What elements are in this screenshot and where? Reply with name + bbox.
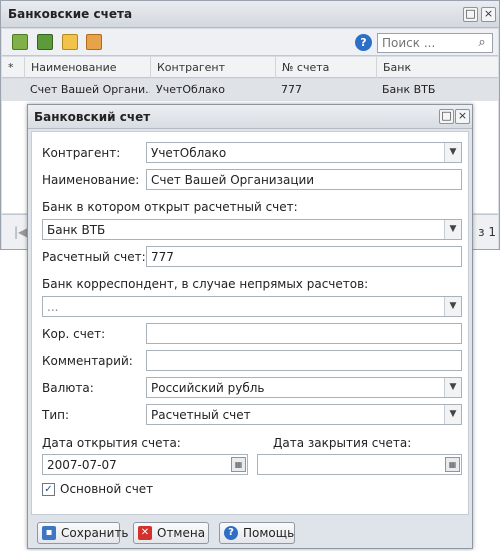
cancel-label: Отмена (157, 526, 206, 540)
corr-account-field[interactable] (146, 323, 462, 344)
dialog-form: Контрагент: ▼ Наименование: Банк в котор… (31, 131, 469, 515)
label-comment: Комментарий: (42, 354, 133, 368)
search-icon[interactable]: ⌕ (474, 35, 490, 51)
bank-account-dialog: Банковский счет □ × Контрагент: ▼ Наимен… (27, 104, 473, 549)
maximize-icon[interactable]: □ (463, 7, 478, 22)
label-currency: Валюта: (42, 381, 94, 395)
cell-account: 777 (281, 83, 302, 96)
name-field[interactable] (146, 169, 462, 190)
corr-bank-select[interactable]: ▼ (42, 296, 462, 317)
help-label: Помощь (243, 526, 295, 540)
close-icon[interactable]: × (481, 7, 496, 22)
search-input[interactable] (378, 34, 474, 52)
window-title: Банковские счета (8, 7, 133, 21)
label-close-date: Дата закрытия счета: (273, 436, 412, 450)
col-bank[interactable]: Банк (376, 57, 498, 78)
corr-bank-value[interactable] (43, 297, 461, 316)
comment-field[interactable] (146, 350, 462, 371)
currency-select[interactable]: ▼ (146, 377, 462, 398)
label-corr-account: Кор. счет: (42, 327, 106, 341)
label-type: Тип: (42, 408, 70, 422)
dialog-title: Банковский счет (34, 110, 151, 124)
help-button[interactable]: ? Помощь (219, 522, 295, 544)
currency-value[interactable] (147, 378, 461, 397)
edit-icon[interactable] (37, 34, 53, 50)
copy-icon[interactable] (62, 34, 78, 50)
bank-value[interactable] (43, 220, 461, 239)
open-date-input[interactable] (43, 455, 247, 474)
cell-bank: Банк ВТБ (382, 83, 436, 96)
main-account-checkbox[interactable]: ✓ (42, 483, 55, 496)
dialog-close-icon[interactable]: × (455, 109, 470, 124)
cancel-icon: ✕ (138, 526, 152, 540)
col-account[interactable]: № счета (275, 57, 376, 78)
type-select[interactable]: ▼ (146, 404, 462, 425)
add-icon[interactable] (12, 34, 28, 50)
account-field[interactable] (146, 246, 462, 267)
dialog-footer: ▪ Сохранить ✕ Отмена ? Помощь (28, 517, 472, 548)
bank-select[interactable]: ▼ (42, 219, 462, 240)
corr-account-input[interactable] (147, 324, 461, 343)
counterparty-value[interactable] (147, 143, 461, 162)
label-counterparty: Контрагент: (42, 146, 121, 160)
label-open-date: Дата открытия счета: (42, 436, 181, 450)
calendar-icon[interactable]: ▦ (231, 457, 246, 472)
col-counterparty[interactable]: Контрагент (150, 57, 275, 78)
label-account: Расчетный счет: (42, 250, 146, 264)
help-icon[interactable]: ? (355, 34, 372, 51)
label-corr-bank: Банк корреспондент, в случае непрямых ра… (42, 277, 369, 291)
cell-name: Счет Вашей Органи... (30, 83, 150, 96)
cell-counterparty: УчетОблако (156, 83, 225, 96)
label-name: Наименование: (42, 173, 140, 187)
open-date-field[interactable]: ▦ (42, 454, 248, 475)
type-value[interactable] (147, 405, 461, 424)
table-header: * Наименование Контрагент № счета Банк (2, 57, 498, 78)
col-marker[interactable]: * (2, 57, 24, 78)
save-icon: ▪ (42, 526, 56, 540)
close-date-field[interactable]: ▦ (257, 454, 462, 475)
chevron-down-icon[interactable]: ▼ (444, 297, 461, 316)
toolbar: ? ⌕ (2, 29, 498, 56)
label-main-account: Основной счет (60, 482, 154, 496)
name-input[interactable] (147, 170, 461, 189)
table-row[interactable]: Счет Вашей Органи... УчетОблако 777 Банк… (2, 79, 498, 101)
help-icon: ? (224, 526, 238, 540)
dialog-maximize-icon[interactable]: □ (439, 109, 454, 124)
save-label: Сохранить (61, 526, 129, 540)
comment-input[interactable] (147, 351, 461, 370)
window-titlebar: Банковские счета □ × (1, 1, 499, 28)
search-box[interactable]: ⌕ (377, 33, 493, 53)
close-date-input[interactable] (258, 455, 461, 474)
chevron-down-icon[interactable]: ▼ (444, 405, 461, 424)
col-name[interactable]: Наименование (24, 57, 150, 78)
save-button[interactable]: ▪ Сохранить (37, 522, 129, 544)
chevron-down-icon[interactable]: ▼ (444, 143, 461, 162)
calendar-icon[interactable]: ▦ (445, 457, 460, 472)
chevron-down-icon[interactable]: ▼ (444, 220, 461, 239)
counterparty-select[interactable]: ▼ (146, 142, 462, 163)
first-page-icon[interactable]: |◀ (14, 225, 27, 239)
page-count: з 1 (478, 225, 496, 239)
label-bank: Банк в котором открыт расчетный счет: (42, 200, 298, 214)
dialog-titlebar: Банковский счет □ × (28, 105, 472, 129)
delete-icon[interactable] (86, 34, 102, 50)
chevron-down-icon[interactable]: ▼ (444, 378, 461, 397)
account-input[interactable] (147, 247, 461, 266)
cancel-button[interactable]: ✕ Отмена (133, 522, 209, 544)
